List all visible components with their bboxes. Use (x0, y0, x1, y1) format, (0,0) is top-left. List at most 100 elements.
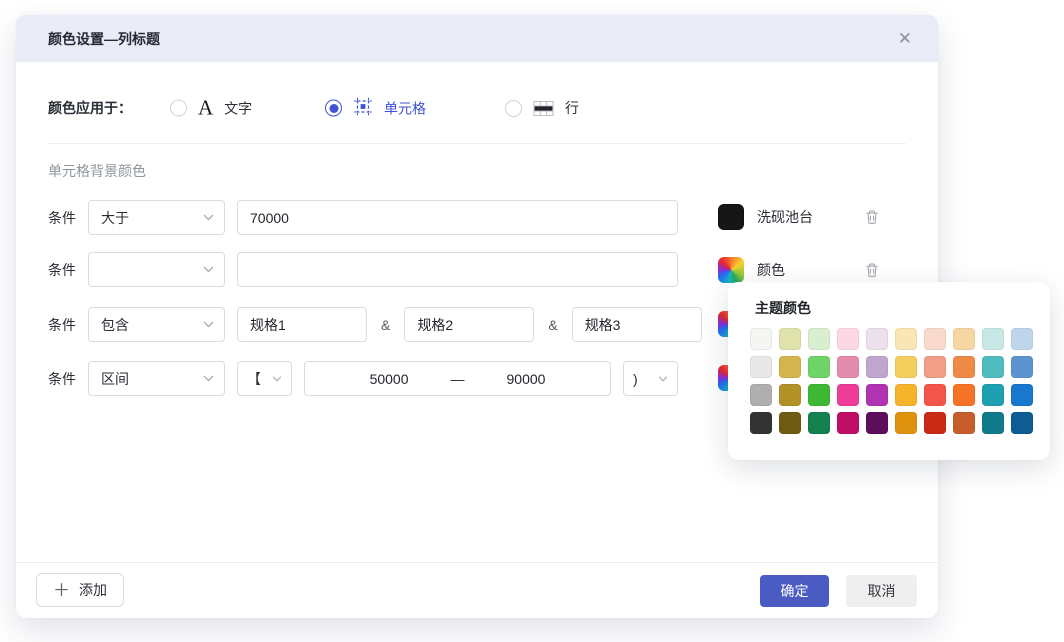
close-bracket-select[interactable]: ) (623, 361, 678, 396)
chevron-down-icon (203, 214, 214, 221)
operator-value: 区间 (101, 369, 129, 389)
trash-icon[interactable] (862, 260, 882, 280)
condition-row-1: 条件 大于 (48, 200, 678, 235)
spec-input-2[interactable] (404, 307, 534, 342)
table-row-icon (533, 100, 554, 117)
theme-color-swatch-r3-c4[interactable] (837, 384, 859, 406)
theme-color-swatch-r2-c3[interactable] (808, 356, 830, 378)
color-swatch-black[interactable] (718, 204, 744, 230)
theme-color-swatch-r3-c7[interactable] (924, 384, 946, 406)
theme-color-swatch-r1-c6[interactable] (895, 328, 917, 350)
theme-color-swatch-r4-c10[interactable] (1011, 412, 1033, 434)
theme-color-swatch-r4-c3[interactable] (808, 412, 830, 434)
theme-color-swatch-r4-c2[interactable] (779, 412, 801, 434)
close-icon[interactable]: ✕ (894, 28, 916, 49)
theme-color-swatch-r4-c4[interactable] (837, 412, 859, 434)
theme-color-swatch-r2-c10[interactable] (1011, 356, 1033, 378)
page: 颜色设置—列标题 ✕ 颜色应用于： A 文字 单元格 (0, 0, 1064, 642)
radio-option-text[interactable]: A 文字 (170, 98, 252, 119)
theme-color-swatch-r3-c1[interactable] (750, 384, 772, 406)
theme-color-swatch-r1-c5[interactable] (866, 328, 888, 350)
open-bracket-value: 【 (247, 369, 261, 389)
range-input[interactable]: 50000 — 90000 (304, 361, 611, 396)
condition-label: 条件 (48, 369, 76, 389)
theme-color-swatch-r2-c7[interactable] (924, 356, 946, 378)
condition-label: 条件 (48, 208, 76, 228)
theme-color-swatch-r2-c8[interactable] (953, 356, 975, 378)
dialog-header: 颜色设置—列标题 ✕ (16, 15, 938, 62)
theme-color-swatch-r4-c5[interactable] (866, 412, 888, 434)
theme-color-swatch-r1-c2[interactable] (779, 328, 801, 350)
operator-select[interactable] (88, 252, 225, 287)
theme-color-swatch-r2-c4[interactable] (837, 356, 859, 378)
theme-color-swatch-r1-c3[interactable] (808, 328, 830, 350)
radio-option-cell[interactable]: 单元格 (325, 97, 426, 120)
chevron-down-icon (203, 321, 214, 328)
theme-color-swatch-r3-c2[interactable] (779, 384, 801, 406)
operator-select[interactable]: 包含 (88, 307, 225, 342)
spec-input-3[interactable] (572, 307, 702, 342)
theme-color-swatch-r1-c4[interactable] (837, 328, 859, 350)
theme-color-swatch-r2-c9[interactable] (982, 356, 1004, 378)
divider (48, 143, 906, 144)
theme-color-swatch-r3-c9[interactable] (982, 384, 1004, 406)
footer-divider (16, 562, 938, 563)
add-button-label: 添加 (79, 580, 107, 600)
theme-color-swatch-r3-c8[interactable] (953, 384, 975, 406)
spec-input-1[interactable] (237, 307, 367, 342)
and-separator: & (381, 317, 390, 333)
operator-select[interactable]: 大于 (88, 200, 225, 235)
theme-color-swatch-r1-c10[interactable] (1011, 328, 1033, 350)
theme-color-swatch-r2-c1[interactable] (750, 356, 772, 378)
chevron-down-icon (203, 266, 214, 273)
theme-color-swatch-r4-c1[interactable] (750, 412, 772, 434)
theme-color-swatch-r2-c2[interactable] (779, 356, 801, 378)
theme-color-swatch-r3-c3[interactable] (808, 384, 830, 406)
range-max: 90000 (507, 371, 546, 387)
theme-color-grid (750, 328, 1033, 434)
condition-color-1: 洗砚池台 (718, 204, 882, 230)
color-name: 洗砚池台 (757, 207, 862, 227)
radio-unchecked-icon[interactable] (505, 100, 522, 117)
ok-button[interactable]: 确定 (760, 575, 829, 607)
theme-color-swatch-r1-c9[interactable] (982, 328, 1004, 350)
chevron-down-icon (203, 375, 214, 382)
operator-value: 大于 (101, 208, 129, 228)
add-condition-button[interactable]: ＋ 添加 (36, 573, 124, 607)
theme-color-swatch-r2-c5[interactable] (866, 356, 888, 378)
theme-color-swatch-r1-c7[interactable] (924, 328, 946, 350)
theme-color-swatch-r4-c9[interactable] (982, 412, 1004, 434)
apply-to-label: 颜色应用于： (48, 98, 132, 118)
radio-unchecked-icon[interactable] (170, 100, 187, 117)
plus-icon: ＋ (53, 582, 70, 599)
theme-color-swatch-r4-c7[interactable] (924, 412, 946, 434)
theme-color-swatch-r3-c5[interactable] (866, 384, 888, 406)
color-name: 颜色 (757, 260, 862, 280)
radio-option-row[interactable]: 行 (505, 98, 579, 118)
color-swatch-rainbow[interactable] (718, 257, 744, 283)
trash-icon[interactable] (862, 207, 882, 227)
condition-value-input[interactable] (237, 200, 678, 235)
theme-color-swatch-r1-c8[interactable] (953, 328, 975, 350)
radio-checked-icon[interactable] (325, 100, 342, 117)
theme-color-swatch-r4-c8[interactable] (953, 412, 975, 434)
theme-color-swatch-r3-c10[interactable] (1011, 384, 1033, 406)
section-label: 单元格背景颜色 (48, 161, 146, 181)
radio-option-label: 文字 (224, 98, 252, 118)
theme-color-swatch-r1-c1[interactable] (750, 328, 772, 350)
operator-select[interactable]: 区间 (88, 361, 225, 396)
theme-color-swatch-r3-c6[interactable] (895, 384, 917, 406)
chevron-down-icon (658, 376, 668, 382)
operator-value: 包含 (101, 315, 129, 335)
theme-color-popup: 主题颜色 (728, 282, 1050, 460)
theme-color-swatch-r4-c6[interactable] (895, 412, 917, 434)
radio-option-label: 单元格 (384, 98, 426, 118)
range-min: 50000 (370, 371, 409, 387)
theme-color-swatch-r2-c6[interactable] (895, 356, 917, 378)
cancel-button[interactable]: 取消 (846, 575, 917, 607)
condition-value-input[interactable] (237, 252, 678, 287)
condition-label: 条件 (48, 315, 76, 335)
condition-row-3: 条件 包含 & & (48, 307, 702, 342)
theme-color-title: 主题颜色 (755, 298, 811, 318)
open-bracket-select[interactable]: 【 (237, 361, 292, 396)
